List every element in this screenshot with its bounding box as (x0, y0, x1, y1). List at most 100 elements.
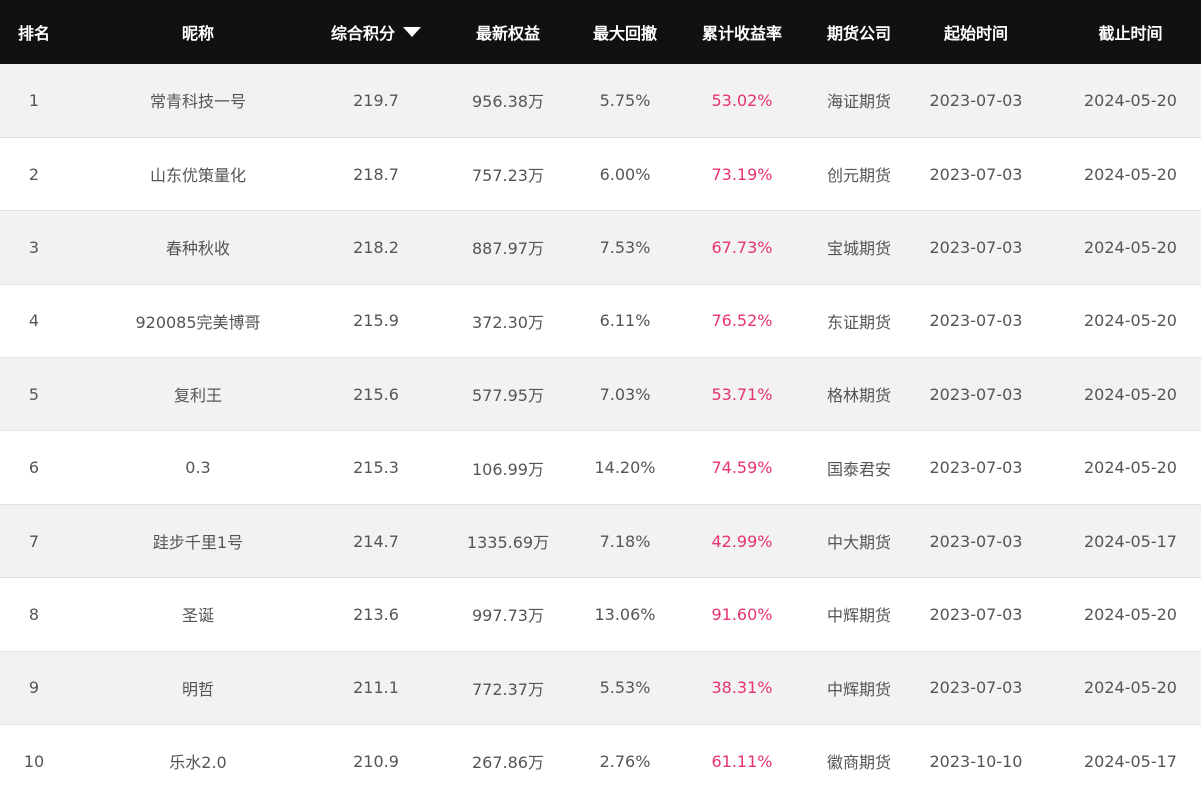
end-date-cell: 2024-05-20 (1060, 283, 1201, 358)
table-row: 7 跬步千里1号 214.7 1335.69万 7.18% 42.99% 中大期… (0, 503, 1201, 578)
start-date-cell: 2023-07-03 (892, 650, 1060, 725)
drawdown-cell: 7.03% (592, 357, 658, 431)
nickname-cell[interactable]: 复利王 (68, 357, 328, 431)
header-row: 排名 昵称 综合积分 最新权益 最大回撤 累计收益率 期货公司 起始时间 截止时… (0, 0, 1201, 64)
company-cell: 东证期货 (826, 283, 892, 358)
return-rate-cell: 53.02% (711, 90, 773, 110)
nickname-cell[interactable]: 春种秋收 (68, 210, 328, 285)
table-row: 4 920085完美博哥 215.9 372.30万 6.11% 76.52% … (0, 283, 1201, 358)
score-cell: 214.7 (328, 503, 424, 578)
nickname-cell[interactable]: 乐水2.0 (68, 724, 328, 798)
end-date-cell: 2024-05-20 (1060, 136, 1201, 211)
nickname-cell[interactable]: 常青科技一号 (68, 64, 328, 137)
rank-cell: 4 (0, 283, 68, 358)
score-cell: 210.9 (328, 724, 424, 798)
rank-cell: 9 (0, 650, 68, 725)
end-date-cell: 2024-05-20 (1060, 357, 1201, 431)
return-rate-cell: 61.11% (658, 724, 826, 798)
nickname-cell[interactable]: 0.3 (68, 430, 328, 505)
table-row: 8 圣诞 213.6 997.73万 13.06% 91.60% 中辉期货 20… (0, 577, 1201, 652)
table-row: 9 明哲 211.1 772.37万 5.53% 38.31% 中辉期货 202… (0, 650, 1201, 725)
start-date-cell: 2023-07-03 (892, 357, 1060, 431)
rank-cell: 5 (0, 357, 68, 431)
column-header-return-rate: 累计收益率 (701, 24, 782, 43)
end-date-cell: 2024-05-17 (1060, 724, 1201, 798)
start-date-cell: 2023-07-03 (929, 90, 1023, 110)
company-cell: 海证期货 (826, 92, 891, 112)
table-row: 1 常青科技一号 219.7 956.38万 5.75% 53.02% 海证期货… (0, 64, 1201, 138)
equity-cell: 1335.69万 (424, 503, 592, 578)
nickname-cell[interactable]: 圣诞 (68, 577, 328, 652)
score-cell: 215.3 (328, 430, 424, 505)
end-date-cell: 2024-05-20 (1084, 90, 1177, 110)
table-row: 10 乐水2.0 210.9 267.86万 2.76% 61.11% 徽商期货… (0, 724, 1201, 798)
rank-cell: 3 (0, 210, 68, 285)
rank-cell: 2 (0, 136, 68, 211)
nickname-cell[interactable]: 山东优策量化 (68, 136, 328, 211)
column-header-equity: 最新权益 (475, 24, 540, 43)
column-header-end: 截止时间 (1098, 24, 1163, 43)
score-cell: 211.1 (328, 650, 424, 725)
drawdown-cell: 7.53% (592, 210, 658, 285)
return-rate-cell: 38.31% (658, 650, 826, 725)
nickname-cell[interactable]: 920085完美博哥 (68, 283, 328, 358)
rank-cell: 1 (28, 90, 40, 110)
start-date-cell: 2023-07-03 (892, 503, 1060, 578)
table-row: 5 复利王 215.6 577.95万 7.03% 53.71% 格林期货 20… (0, 357, 1201, 431)
end-date-cell: 2024-05-20 (1060, 430, 1201, 505)
drawdown-cell: 14.20% (592, 430, 658, 505)
drawdown-cell: 7.18% (592, 503, 658, 578)
table-header: 排名 昵称 综合积分 最新权益 最大回撤 累计收益率 期货公司 起始时间 截止时… (0, 0, 1201, 64)
nickname-cell[interactable]: 明哲 (68, 650, 328, 725)
drawdown-cell: 13.06% (592, 577, 658, 652)
rank-cell: 10 (0, 724, 68, 798)
column-header-rank: 排名 (17, 24, 50, 43)
drawdown-cell: 5.75% (599, 90, 651, 110)
drawdown-cell: 2.76% (592, 724, 658, 798)
return-rate-cell: 74.59% (658, 430, 826, 505)
end-date-cell: 2024-05-20 (1060, 210, 1201, 285)
score-cell: 219.7 (353, 90, 399, 110)
table-row: 2 山东优策量化 218.7 757.23万 6.00% 73.19% 创元期货… (0, 136, 1201, 211)
start-date-cell: 2023-10-10 (892, 724, 1060, 798)
score-cell: 215.6 (328, 357, 424, 431)
nickname-cell[interactable]: 跬步千里1号 (68, 503, 328, 578)
return-rate-cell: 67.73% (658, 210, 826, 285)
equity-cell: 997.73万 (424, 577, 592, 652)
score-cell: 218.7 (328, 136, 424, 211)
start-date-cell: 2023-07-03 (892, 136, 1060, 211)
drawdown-cell: 6.00% (592, 136, 658, 211)
table-row: 6 0.3 215.3 106.99万 14.20% 74.59% 国泰君安 2… (0, 430, 1201, 505)
equity-cell: 757.23万 (424, 136, 592, 211)
company-cell: 中辉期货 (826, 577, 892, 652)
score-cell: 215.9 (328, 283, 424, 358)
rank-cell: 8 (0, 577, 68, 652)
start-date-cell: 2023-07-03 (892, 210, 1060, 285)
ranking-table: 排名 昵称 综合积分 最新权益 最大回撤 累计收益率 期货公司 起始时间 截止时… (0, 0, 1201, 798)
company-cell: 中大期货 (826, 503, 892, 578)
start-date-cell: 2023-07-03 (892, 283, 1060, 358)
equity-cell: 772.37万 (424, 650, 592, 725)
return-rate-cell: 42.99% (658, 503, 826, 578)
sort-by-score-button[interactable]: 综合积分 (331, 20, 421, 44)
company-cell: 徽商期货 (826, 724, 892, 798)
company-cell: 宝城期货 (826, 210, 892, 285)
end-date-cell: 2024-05-20 (1060, 577, 1201, 652)
table-row: 3 春种秋收 218.2 887.97万 7.53% 67.73% 宝城期货 2… (0, 210, 1201, 285)
drawdown-cell: 5.53% (592, 650, 658, 725)
equity-cell: 956.38万 (472, 92, 544, 112)
column-header-start: 起始时间 (943, 24, 1008, 43)
equity-cell: 267.86万 (424, 724, 592, 798)
score-cell: 213.6 (328, 577, 424, 652)
drawdown-cell: 6.11% (592, 283, 658, 358)
column-header-score[interactable]: 综合积分 (328, 0, 424, 64)
equity-cell: 887.97万 (424, 210, 592, 285)
return-rate-cell: 53.71% (658, 357, 826, 431)
company-cell: 创元期货 (826, 136, 892, 211)
rank-cell: 6 (0, 430, 68, 505)
equity-cell: 106.99万 (424, 430, 592, 505)
caret-down-icon (403, 27, 421, 37)
return-rate-cell: 76.52% (658, 283, 826, 358)
company-cell: 中辉期货 (826, 650, 892, 725)
return-rate-cell: 91.60% (658, 577, 826, 652)
